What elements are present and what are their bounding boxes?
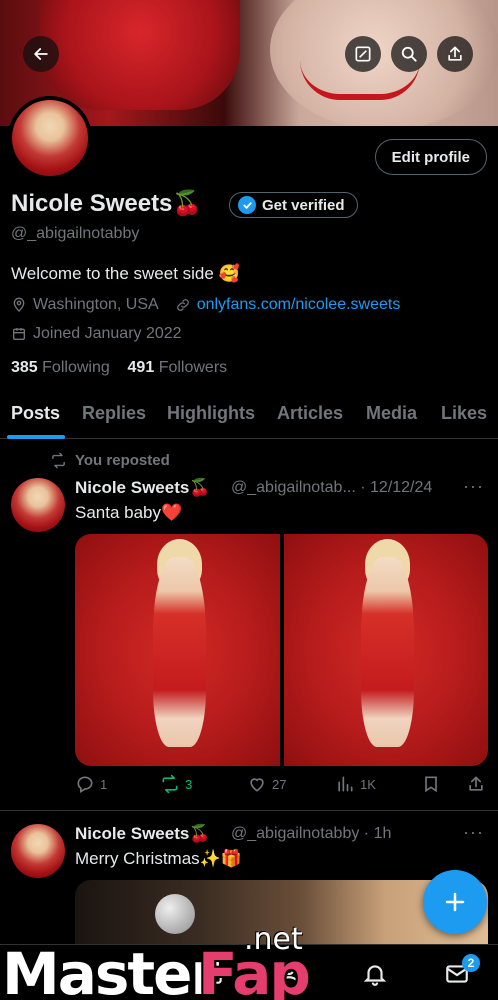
- search-button[interactable]: [391, 36, 427, 72]
- post-media[interactable]: [75, 534, 488, 766]
- bookmark-icon: [425, 776, 437, 793]
- active-tab-indicator: [7, 435, 65, 439]
- share-button[interactable]: [437, 36, 473, 72]
- search-icon: [401, 46, 417, 62]
- profile-location: Washington, USA: [33, 296, 159, 313]
- grok-button[interactable]: [345, 36, 381, 72]
- tab-media[interactable]: Media: [366, 403, 417, 424]
- profile-joined-row: Joined January 2022: [11, 325, 182, 343]
- profile-tabs: Posts Replies Highlights Articles Media …: [0, 396, 498, 439]
- profile-joined: Joined January 2022: [33, 325, 182, 342]
- post-text: Merry Christmas✨🎁: [75, 849, 243, 868]
- reply-button[interactable]: 1: [75, 774, 107, 794]
- profile-handle: @_abigailnotabby: [11, 225, 140, 242]
- bell-icon[interactable]: [362, 961, 388, 987]
- share-post-button[interactable]: [466, 774, 486, 794]
- following-link[interactable]: 385 Following: [11, 359, 110, 376]
- profile-name: Nicole Sweets🍒: [11, 190, 203, 217]
- like-button[interactable]: 27: [247, 774, 286, 794]
- tab-highlights[interactable]: Highlights: [167, 403, 255, 424]
- post-date[interactable]: 12/12/24: [370, 479, 432, 496]
- profile-link[interactable]: onlyfans.com/nicolee.sweets: [197, 296, 401, 314]
- share-icon: [469, 776, 483, 791]
- tab-likes[interactable]: Likes: [441, 403, 487, 424]
- compose-button[interactable]: [423, 870, 487, 934]
- get-verified-label: Get verified: [262, 196, 345, 214]
- profile-meta-row: Washington, USA onlyfans.com/nicolee.swe…: [11, 296, 400, 314]
- profile-avatar[interactable]: [8, 96, 92, 180]
- post-date[interactable]: 1h: [374, 825, 392, 842]
- tab-replies[interactable]: Replies: [82, 403, 146, 424]
- followers-link[interactable]: 491 Followers: [128, 359, 228, 376]
- more-icon[interactable]: ···: [463, 822, 484, 843]
- post-divider: [0, 810, 498, 811]
- profile-bio: Welcome to the sweet side 🥰: [11, 264, 240, 283]
- like-icon: [250, 778, 264, 792]
- post-meta-separator: ·: [360, 479, 366, 496]
- more-icon[interactable]: ···: [463, 476, 484, 497]
- views-icon: [338, 776, 353, 792]
- watermark-part-3: .net: [244, 922, 303, 957]
- repost-icon: [162, 774, 178, 794]
- post-image-1[interactable]: [75, 534, 280, 766]
- post-text: Santa baby❤️: [75, 503, 183, 522]
- post-author-name[interactable]: Nicole Sweets🍒: [75, 478, 211, 498]
- back-button[interactable]: [23, 36, 59, 72]
- messages-badge: 2: [462, 954, 480, 972]
- post-actions: 1 3 27 1K: [75, 774, 488, 798]
- bookmark-button[interactable]: [421, 774, 441, 794]
- link-icon: [176, 299, 189, 311]
- get-verified-button[interactable]: Get verified: [229, 192, 358, 218]
- post-meta: @_abigailnotabby · 1h: [231, 825, 391, 843]
- grok-icon: [355, 46, 371, 62]
- location-icon: [13, 297, 25, 312]
- verified-badge-icon: [238, 196, 256, 214]
- compose-icon: [445, 892, 465, 912]
- watermark: Master Fap .net: [0, 922, 340, 1000]
- calendar-icon: [13, 328, 25, 340]
- views-button[interactable]: 1K: [335, 774, 376, 794]
- repost-indicator: You reposted: [50, 452, 170, 469]
- tab-posts[interactable]: Posts: [11, 403, 60, 424]
- edit-profile-button[interactable]: Edit profile: [374, 139, 487, 175]
- tab-articles[interactable]: Articles: [277, 403, 343, 424]
- post-avatar[interactable]: [11, 824, 65, 878]
- post-author-handle[interactable]: @_abigailnotabby: [231, 825, 359, 842]
- post-image-2[interactable]: [283, 534, 488, 766]
- repost-button[interactable]: 3: [160, 774, 192, 794]
- post-author-name[interactable]: Nicole Sweets🍒: [75, 824, 211, 844]
- post-meta-separator: ·: [363, 825, 370, 842]
- share-icon: [448, 46, 462, 61]
- repost-icon: [52, 452, 65, 469]
- post-author-handle[interactable]: @_abigailnotab...: [231, 479, 356, 496]
- post-meta: @_abigailnotab... · 12/12/24: [231, 479, 432, 497]
- watermark-part-1: Master: [2, 940, 219, 1000]
- follow-stats: 385 Following 491 Followers: [11, 359, 227, 377]
- post-avatar[interactable]: [11, 478, 65, 532]
- reply-icon: [77, 776, 93, 793]
- back-arrow-icon: [34, 48, 48, 60]
